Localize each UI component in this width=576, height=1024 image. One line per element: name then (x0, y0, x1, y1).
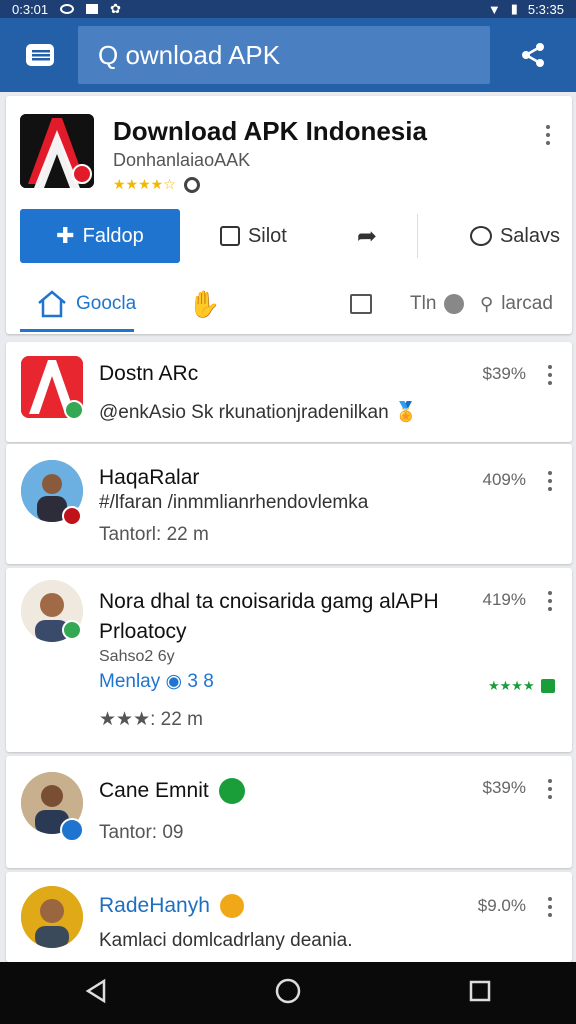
search-input[interactable]: Q ownload APK (78, 26, 490, 84)
clock-left: 0:3:01 (12, 1, 49, 17)
item-meta: Sahso2 6y (99, 648, 175, 665)
avatar (21, 886, 83, 948)
share-icon (522, 43, 544, 67)
item-percent: $9.0% (477, 896, 526, 915)
app-title: Download APK Indonesia (113, 116, 427, 146)
tab-c[interactable]: ⚲ larcad (480, 276, 560, 332)
recents-icon (470, 980, 491, 1001)
home-icon (38, 290, 66, 318)
chat-icon (469, 226, 492, 246)
back-button[interactable] (84, 978, 108, 1009)
tab-bar: Goocla ✋ Tln ⚲ larcad (20, 276, 560, 332)
play-icon (218, 778, 245, 804)
verified-badge (64, 400, 84, 420)
status-badge (62, 506, 82, 526)
active-tab-indicator (20, 329, 134, 332)
forward-icon: ➦ (356, 222, 377, 250)
app-logo (20, 114, 94, 188)
status-bar: 0:3:01 ✿ ▼ ▮ 5:3:35 (0, 0, 576, 18)
rating-stars: ★★★★☆ (113, 176, 176, 192)
battery-icon: ▮ (510, 1, 518, 16)
item-meta: Tantorl: 22 m (99, 524, 209, 545)
item-percent: $39% (482, 364, 526, 383)
paw-icon: ✿ (110, 1, 122, 16)
app-card: Download APK Indonesia DonhanlaiaoAAK ★★… (6, 96, 572, 334)
item-title: Dostn ARc (99, 362, 199, 385)
clock-right: 5:3:35 (527, 1, 564, 17)
status-badge (60, 818, 84, 842)
toggle-icon (444, 294, 465, 314)
item-rating: ★★★: 22 m (99, 709, 203, 730)
home-button[interactable] (275, 978, 301, 1009)
app-more-button[interactable] (538, 122, 558, 148)
silot-button[interactable]: Silot (219, 225, 287, 248)
item-category: Menlay ◉ 3 8 (99, 671, 214, 692)
list-item[interactable]: HaqaRalar #/lfaran /inmmlianrhendovlemka… (6, 444, 572, 564)
home-circle-icon (275, 978, 301, 1003)
item-more-button[interactable] (540, 468, 560, 494)
item-description: #/lfaran /inmmlianrhendovlemka (99, 492, 369, 513)
list-item[interactable]: Dostn ARc @enkAsio Sk rkunationjradenilk… (6, 342, 572, 442)
list-item[interactable]: Cane Emnit Tantor: 09 $39% (6, 756, 572, 868)
thumbs-up-icon (540, 679, 555, 693)
search-text: Q ownload APK (98, 39, 281, 70)
archive-icon (350, 294, 372, 314)
item-title: Cane Emnit (99, 778, 245, 804)
hand-icon: ✋ (188, 288, 221, 319)
puzzle-icon: ✚ (56, 223, 75, 248)
wifi-icon: ▼ (487, 1, 501, 17)
app-developer: DonhanlaiaoAAK (113, 150, 251, 170)
tab-b[interactable]: Tln (410, 276, 480, 332)
primary-action-button[interactable]: ✚ Faldop (20, 209, 180, 263)
info-icon (183, 176, 200, 193)
tab-home[interactable]: Goocla (20, 276, 160, 332)
item-more-button[interactable] (540, 588, 560, 614)
list-item[interactable]: Nora dhal ta cnoisarida gamg alAPH Prloa… (6, 568, 572, 752)
list-item[interactable]: RadeHanyh Kamlaci domlcadrlany deania. $… (6, 872, 572, 962)
item-description: @enkAsio Sk rkunationjradenilkan 🏅 (99, 402, 418, 423)
search-icon: ⚲ (480, 293, 494, 314)
item-percent: $39% (482, 778, 526, 797)
tab-hand[interactable]: ✋ (160, 276, 350, 332)
check-icon (86, 4, 99, 14)
divider (416, 214, 418, 258)
item-percent: 419% (482, 590, 526, 609)
item-meta: Tantor: 09 (99, 822, 184, 843)
tab-archive[interactable] (350, 276, 410, 332)
salavs-button[interactable]: Salavs (469, 225, 560, 248)
action-row: ✚ Faldop Silot ➦ Salavs (20, 209, 560, 263)
item-more-button[interactable] (540, 776, 560, 802)
share-action-button[interactable]: ➦ (357, 222, 377, 251)
emoji-icon: 🏅 (393, 402, 418, 423)
item-title: RadeHanyh (99, 894, 244, 918)
item-title: Nora dhal ta cnoisarida gamg alAPH (99, 590, 439, 613)
menu-button[interactable] (0, 18, 78, 92)
verified-badge (62, 620, 82, 640)
notification-icon (60, 4, 75, 14)
app-rating: ★★★★☆ (113, 176, 200, 193)
system-nav-bar (0, 962, 576, 1024)
item-title: HaqaRalar (99, 466, 200, 489)
share-button[interactable] (490, 18, 576, 92)
recents-button[interactable] (468, 979, 492, 1008)
item-description: Kamlaci domlcadrlany deania. (99, 930, 353, 951)
item-stars: ★★★★ (488, 678, 555, 694)
back-icon (85, 978, 105, 1003)
coin-icon (219, 894, 244, 918)
comment-icon (219, 226, 240, 246)
item-title-2: Prloatocy (99, 620, 187, 643)
menu-icon (26, 44, 54, 66)
item-more-button[interactable] (540, 894, 560, 920)
item-percent: 409% (482, 470, 526, 489)
app-bar: Q ownload APK (0, 18, 576, 92)
item-more-button[interactable] (540, 362, 560, 388)
